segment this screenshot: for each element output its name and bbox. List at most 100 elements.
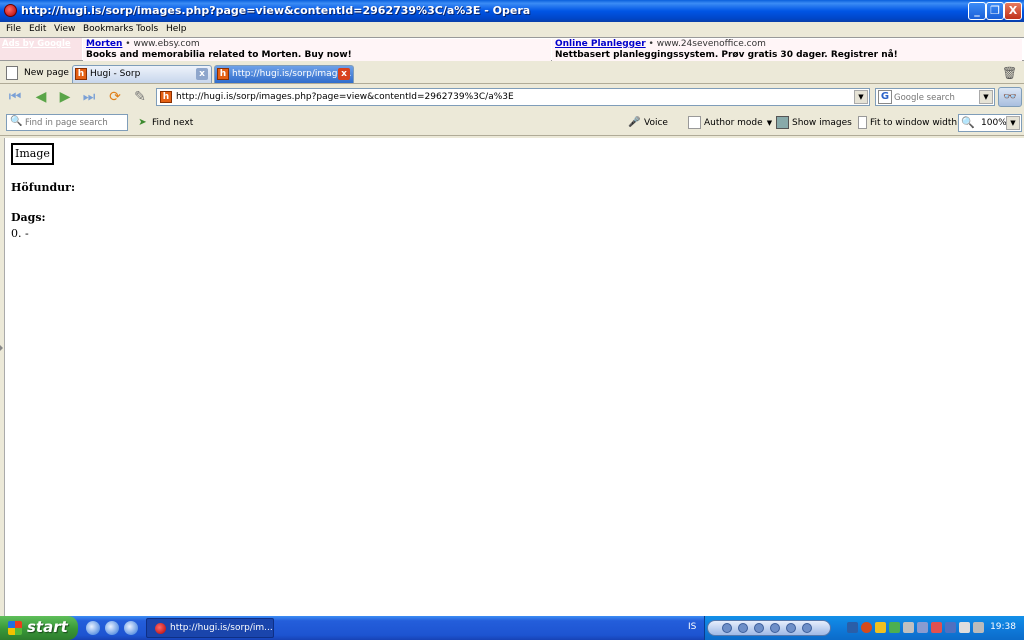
taskbar-item-opera[interactable]: http://hugi.is/sorp/im...: [146, 618, 274, 638]
find-input[interactable]: [25, 117, 125, 129]
find-next-button[interactable]: ➤ Find next: [136, 116, 193, 129]
minimize-button[interactable]: _: [968, 2, 986, 20]
clock[interactable]: 19:38: [990, 622, 1016, 632]
zoom-value[interactable]: 100%: [981, 118, 1007, 128]
opera-window: http://hugi.is/sorp/images.php?page=view…: [0, 0, 1024, 640]
menu-edit[interactable]: Edit: [29, 24, 46, 34]
media-prev-icon[interactable]: [770, 623, 780, 633]
tray-app-icon[interactable]: [889, 622, 900, 633]
search-icon: 🔍: [10, 116, 23, 127]
media-volume-icon[interactable]: [802, 623, 812, 633]
find-toolbar: 🔍 ➤Find next 🎤Voice Author mode▼ Show im…: [0, 110, 1024, 136]
system-tray: 19:38: [704, 616, 1024, 640]
menu-tools[interactable]: Tools: [136, 24, 158, 34]
ad-url: www.ebsy.com: [133, 39, 200, 49]
opera-logo-icon: [4, 4, 17, 17]
ad-title[interactable]: Morten: [86, 39, 122, 49]
start-label: start: [27, 618, 68, 636]
fit-to-window-icon: [858, 116, 867, 129]
forward-icon[interactable]: ▶: [56, 88, 74, 106]
fit-to-window-button[interactable]: Fit to window width: [858, 116, 957, 129]
quicklaunch-media-icon[interactable]: [124, 621, 138, 635]
start-button[interactable]: start: [0, 616, 78, 640]
voice-button[interactable]: 🎤 Voice: [628, 116, 668, 129]
rewind-icon[interactable]: ⏮: [6, 88, 24, 106]
tray-arrow-icon[interactable]: [847, 622, 858, 633]
tab-hugi-sorp[interactable]: h Hugi - Sorp x: [72, 65, 212, 83]
hugi-favicon-icon: h: [217, 68, 229, 80]
zoom-dropdown-icon[interactable]: ▼: [1006, 116, 1020, 130]
author-mode-icon: [688, 116, 701, 129]
show-images-button[interactable]: Show images: [776, 116, 852, 129]
taskbar: start http://hugi.is/sorp/im... IS 19:38: [0, 616, 1024, 640]
google-icon: G: [878, 90, 892, 104]
ad-url: www.24sevenoffice.com: [656, 39, 766, 49]
broken-image-placeholder[interactable]: Image: [11, 143, 54, 165]
author-mode-dropdown-icon: ▼: [766, 119, 773, 127]
tray-app-icon[interactable]: [861, 622, 872, 633]
date-label: Dags:: [11, 211, 46, 224]
menu-bookmarks[interactable]: Bookmarks: [83, 24, 133, 34]
tab-label: http://hugi.is/sorp/image...: [232, 69, 352, 79]
quicklaunch-ie-icon[interactable]: [105, 621, 119, 635]
back-icon[interactable]: ◀: [32, 88, 50, 106]
tray-app-icon[interactable]: [917, 622, 928, 633]
close-button[interactable]: X: [1004, 2, 1022, 20]
tray-app-icon[interactable]: [875, 622, 886, 633]
language-indicator[interactable]: IS: [688, 622, 696, 632]
hugi-favicon-icon: h: [160, 91, 172, 103]
media-pause-icon[interactable]: [738, 623, 748, 633]
ads-by-google-link[interactable]: Ads by Google: [0, 38, 82, 60]
address-toolbar: ⏮ ◀ ▶ ⏭ ⟳ ✎ h http://hugi.is/sorp/images…: [0, 85, 1024, 109]
author-mode-label: Author mode: [704, 118, 763, 128]
reload-icon[interactable]: ⟳: [106, 88, 124, 106]
author-mode-button[interactable]: Author mode ▼: [688, 116, 772, 129]
new-page-icon: [6, 66, 18, 80]
ad-url-sep: •: [648, 39, 657, 49]
ad-title[interactable]: Online Planlegger: [555, 39, 646, 49]
tab-bar: New page h Hugi - Sorp x h http://hugi.i…: [0, 62, 1024, 84]
tray-volume-icon[interactable]: [959, 622, 970, 633]
image-icon: [776, 116, 789, 129]
search-engine-dropdown-icon[interactable]: ▼: [979, 90, 993, 104]
quicklaunch-browser-icon[interactable]: [86, 621, 100, 635]
new-page-label: New page: [24, 68, 69, 78]
binoculars-icon[interactable]: 👓: [998, 87, 1022, 107]
media-play-icon[interactable]: [754, 623, 764, 633]
fit-to-window-label: Fit to window width: [870, 118, 958, 128]
tray-app-icon[interactable]: [931, 622, 942, 633]
tab-close-icon[interactable]: x: [196, 68, 208, 80]
tab-current[interactable]: h http://hugi.is/sorp/image... x: [214, 65, 354, 83]
tray-app-icon[interactable]: [903, 622, 914, 633]
address-text[interactable]: http://hugi.is/sorp/images.php?page=view…: [176, 92, 514, 102]
ad-item[interactable]: Morten • www.ebsy.com Books and memorabi…: [83, 39, 551, 61]
window-title: http://hugi.is/sorp/images.php?page=view…: [21, 4, 531, 17]
edit-icon[interactable]: ✎: [131, 88, 149, 106]
find-field[interactable]: 🔍: [6, 114, 128, 131]
media-stop-icon[interactable]: [722, 623, 732, 633]
trash-icon[interactable]: 🗑: [1002, 66, 1017, 80]
search-field[interactable]: G ▼: [875, 88, 995, 106]
address-field[interactable]: h http://hugi.is/sorp/images.php?page=vi…: [156, 88, 870, 106]
show-images-label: Show images: [792, 118, 852, 128]
tray-network-icon[interactable]: [945, 622, 956, 633]
media-next-icon[interactable]: [786, 623, 796, 633]
media-player-controls[interactable]: [707, 620, 831, 636]
search-input[interactable]: [894, 91, 980, 104]
menu-file[interactable]: File: [6, 24, 21, 34]
page-content: Image Höfundur: Dags: 0. -: [4, 138, 1024, 616]
side-panel-toggle-icon[interactable]: [0, 345, 3, 351]
ad-item[interactable]: Online Planlegger • www.24sevenoffice.co…: [552, 39, 1022, 61]
zoom-control[interactable]: 🔍 100% ▼: [958, 114, 1022, 132]
menu-help[interactable]: Help: [166, 24, 187, 34]
hugi-favicon-icon: h: [75, 68, 87, 80]
menu-view[interactable]: View: [54, 24, 75, 34]
menu-bar: File Edit View Bookmarks Tools Help: [0, 22, 1024, 37]
restore-button[interactable]: ❐: [986, 2, 1004, 20]
address-dropdown-icon[interactable]: ▼: [854, 90, 868, 104]
fast-forward-icon[interactable]: ⏭: [80, 88, 98, 106]
tab-close-icon[interactable]: x: [338, 68, 350, 80]
zoom-icon: 🔍: [961, 116, 975, 129]
tray-app-icon[interactable]: [973, 622, 984, 633]
author-label: Höfundur:: [11, 181, 76, 194]
